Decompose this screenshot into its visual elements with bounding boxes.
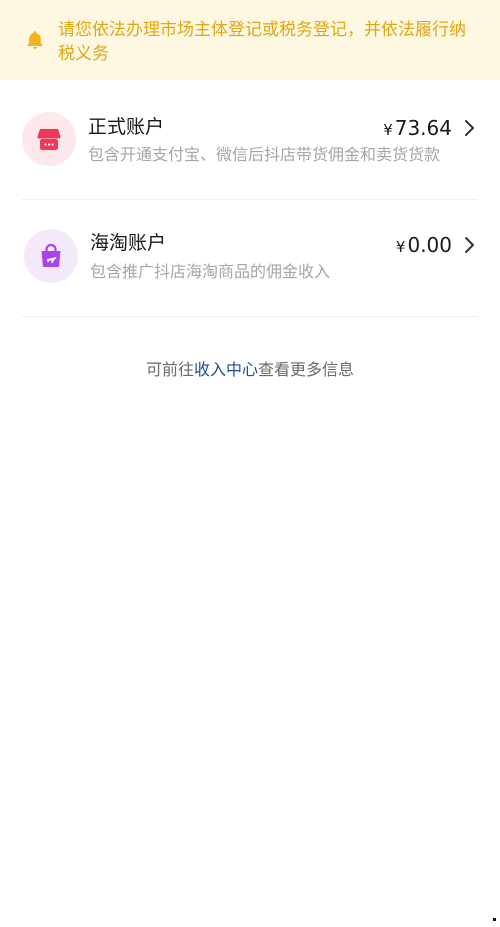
account-title: 正式账户 bbox=[88, 116, 165, 138]
balance-value: 0.00 bbox=[407, 233, 452, 257]
chevron-right-icon[interactable] bbox=[462, 119, 476, 137]
currency-symbol: ¥ bbox=[395, 238, 406, 256]
shop-icon bbox=[37, 129, 61, 150]
tax-notice-text: 请您依法办理市场主体登记或税务登记，并依法履行纳税义务 bbox=[58, 20, 466, 64]
chevron-right-icon[interactable] bbox=[462, 236, 476, 254]
income-center-link[interactable]: 收入中心 bbox=[194, 360, 258, 379]
hint-prefix: 可前往 bbox=[145, 360, 194, 379]
account-balance: ¥73.64 bbox=[383, 116, 452, 142]
account-description: 包含开通支付宝、微信后抖店带货佣金和卖货货款 bbox=[88, 145, 441, 164]
currency-symbol: ¥ bbox=[383, 121, 393, 139]
formal-account-icon-badge bbox=[22, 112, 76, 166]
overseas-account-icon-badge bbox=[24, 229, 78, 283]
corner-dot bbox=[493, 918, 496, 921]
tax-notice-banner: 请您依法办理市场主体登记或税务登记，并依法履行纳税义务 bbox=[0, 0, 500, 80]
page: 请您依法办理市场主体登记或税务登记，并依法履行纳税义务 正式账户 包含开通支付宝… bbox=[0, 0, 500, 927]
account-description: 包含推广抖店海淘商品的佣金收入 bbox=[90, 262, 331, 281]
account-row-overseas[interactable]: 海淘账户 包含推广抖店海淘商品的佣金收入 ¥0.00 bbox=[22, 199, 478, 317]
account-title: 海淘账户 bbox=[90, 232, 167, 254]
hint-suffix: 查看更多信息 bbox=[258, 360, 355, 379]
balance-value: 73.64 bbox=[394, 116, 452, 140]
account-balance: ¥0.00 bbox=[396, 233, 452, 259]
account-row-formal[interactable]: 正式账户 包含开通支付宝、微信后抖店带货佣金和卖货货款 ¥73.64 bbox=[22, 81, 478, 200]
bell-icon bbox=[27, 31, 43, 49]
shopping-bag-plane-icon bbox=[41, 243, 61, 267]
income-center-hint: 可前往收入中心查看更多信息 bbox=[0, 359, 500, 381]
